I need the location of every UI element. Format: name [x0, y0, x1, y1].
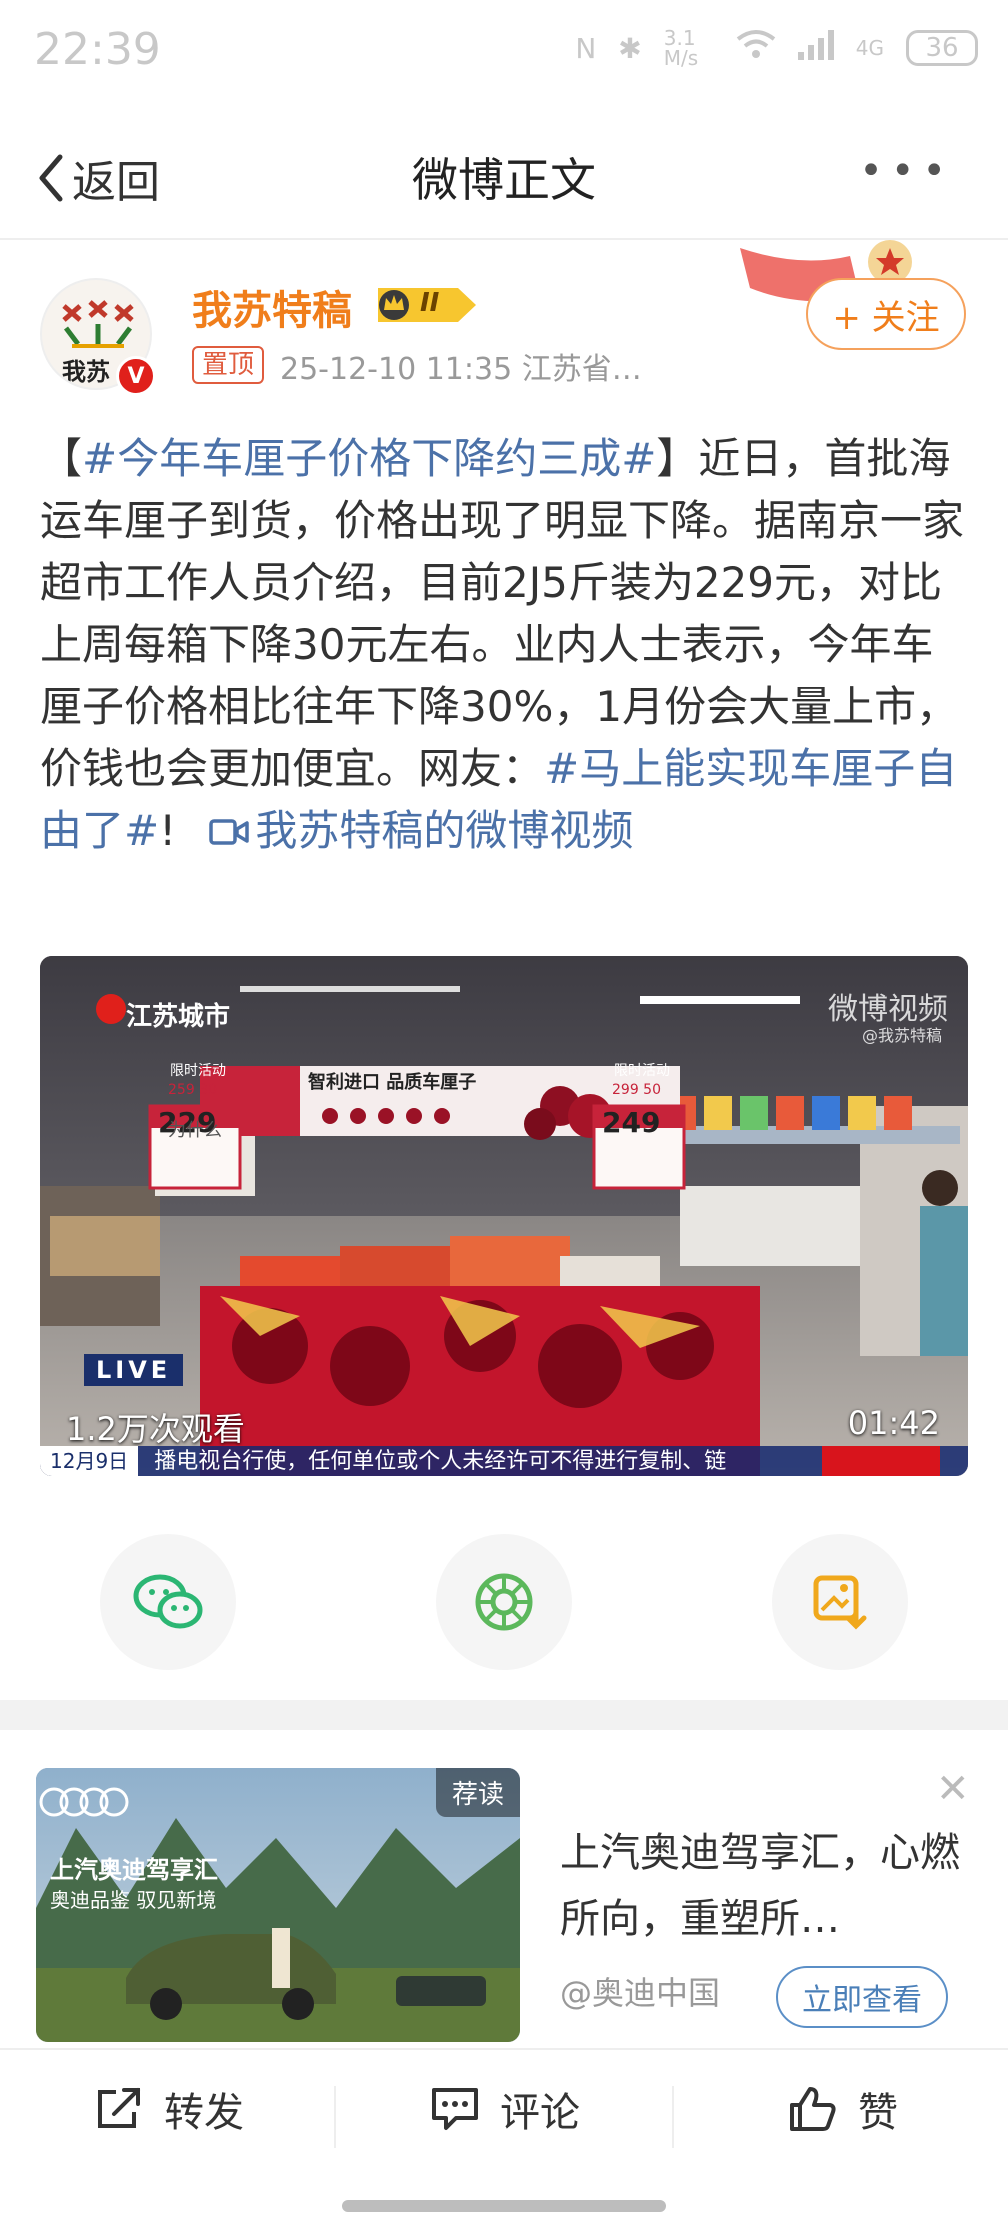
repost-label: 转发	[164, 2090, 244, 2136]
ticker-text: 播电视台行使，任何单位或个人未经许可不得进行复制、链	[154, 1449, 727, 1474]
status-bar: 22:39 N ✱ 3.1 M/s 4G 36	[0, 0, 1008, 110]
banner-text: 智利进口 品质车厘子	[308, 1072, 477, 1093]
repost-icon	[98, 2088, 140, 2128]
price-sign-right-label: 限时活动	[614, 1063, 670, 1079]
status-time: 22:39	[34, 24, 161, 75]
ad-source[interactable]: @奥迪中国	[560, 1968, 720, 2014]
avatar-text: 我苏	[62, 358, 110, 386]
price-sign-left-label: 限时活动	[170, 1063, 226, 1079]
pillar-sign: 为什么	[168, 1120, 222, 1141]
view-count: 1.2万次观看	[66, 1410, 245, 1448]
close-icon[interactable]: ✕	[936, 1766, 970, 1812]
video-thumbnail	[40, 956, 968, 1476]
live-badge: LIVE	[84, 1354, 184, 1386]
bracket-close: 】	[656, 434, 699, 483]
network-speed: 3.1 M/s	[663, 26, 699, 70]
moments-icon	[475, 1573, 533, 1631]
moments-share-button[interactable]	[436, 1534, 572, 1670]
chevron-left-icon	[39, 154, 63, 202]
wechat-share-button[interactable]	[100, 1534, 236, 1670]
post-body: 【#今年车厘子价格下降约三成#】近日，首批海运车厘子到货，价格出现了明显下降。据…	[40, 428, 970, 862]
section-divider	[0, 1700, 1008, 1730]
save-image-icon	[813, 1575, 867, 1630]
toolbar-separator	[334, 2086, 336, 2148]
hashtag-link[interactable]: #今年车厘子价格下降约三成#	[82, 434, 656, 483]
nav-bar: 返回 微博正文 •••	[0, 110, 1008, 240]
price-sign-right: 249	[602, 1106, 661, 1139]
video-player[interactable]: 江苏城市 微博视频 @我苏特稿 限时活动 259 30 229 智利进口 品质车…	[40, 956, 968, 1476]
video-link-icon	[209, 818, 250, 845]
post-meta: 25-12-10 11:35 江苏省…	[280, 352, 642, 387]
post-text-end: !	[159, 806, 177, 855]
nfc-icon: N	[575, 31, 597, 65]
author-name[interactable]: 我苏特稿	[192, 278, 352, 336]
channel-logo: 江苏城市	[126, 1002, 231, 1032]
follow-button[interactable]: + 关注	[806, 278, 966, 350]
signal-4g-icon: 4G	[855, 36, 884, 60]
wechat-icon	[133, 1574, 203, 1629]
more-options-icon[interactable]: •••	[859, 148, 954, 194]
ticker-date: 12月9日	[40, 1446, 139, 1476]
channel-logo-icon	[96, 994, 126, 1024]
wifi-icon	[736, 29, 776, 68]
back-button[interactable]: 返回	[36, 146, 160, 210]
bluetooth-icon: ✱	[618, 31, 642, 65]
toolbar-separator	[672, 2086, 674, 2148]
battery-icon: 36	[906, 30, 978, 66]
like-label: 赞	[858, 2090, 898, 2136]
recommend-tag: 荐读	[435, 1768, 520, 1817]
save-image-button[interactable]	[772, 1534, 908, 1670]
repost-button[interactable]: 转发	[94, 2080, 244, 2138]
pinned-badge: 置顶	[192, 346, 265, 384]
back-label: 返回	[72, 157, 160, 208]
thumbs-up-icon	[790, 2087, 836, 2131]
signal-icon	[797, 29, 834, 67]
home-indicator[interactable]	[342, 2200, 666, 2212]
view-now-button[interactable]: 立即查看	[776, 1966, 948, 2028]
price-sign-right-old: 299 50	[612, 1082, 661, 1098]
author-watermark: @我苏特稿	[861, 1026, 942, 1045]
post-text: 近日，首批海运车厘子到货，价格出现了明显下降。据南京一家超市工作人员介绍，目前2…	[40, 434, 965, 793]
comment-icon	[432, 2088, 478, 2130]
ad-sub-text: 奥迪品鉴 驭见新境	[50, 1888, 217, 1912]
video-duration: 01:42	[847, 1404, 940, 1442]
verified-icon: V	[116, 356, 156, 396]
price-sign-left-old: 259 30	[168, 1082, 217, 1098]
bracket-open: 【	[40, 434, 83, 483]
vip-badge-icon: II	[372, 284, 484, 326]
ad-title[interactable]: 上汽奥迪驾享汇，心燃所向，重塑所…	[560, 1820, 960, 1952]
like-button[interactable]: 赞	[788, 2080, 898, 2138]
comment-button[interactable]: 评论	[430, 2080, 580, 2138]
bottom-toolbar: 转发 评论 赞	[0, 2048, 1008, 2180]
vip-level: II	[420, 288, 440, 318]
status-icons: N ✱ 3.1 M/s 4G 36	[575, 28, 978, 68]
ad-brand-text: 上汽奥迪驾享汇	[50, 1856, 218, 1884]
video-link[interactable]: 我苏特稿的微博视频	[255, 806, 633, 855]
comment-label: 评论	[500, 2090, 580, 2136]
ticker-end-block	[822, 1446, 940, 1476]
ad-image[interactable]: 荐读 上汽奥迪驾享汇 奥迪品鉴 驭见新境	[36, 1768, 520, 2042]
